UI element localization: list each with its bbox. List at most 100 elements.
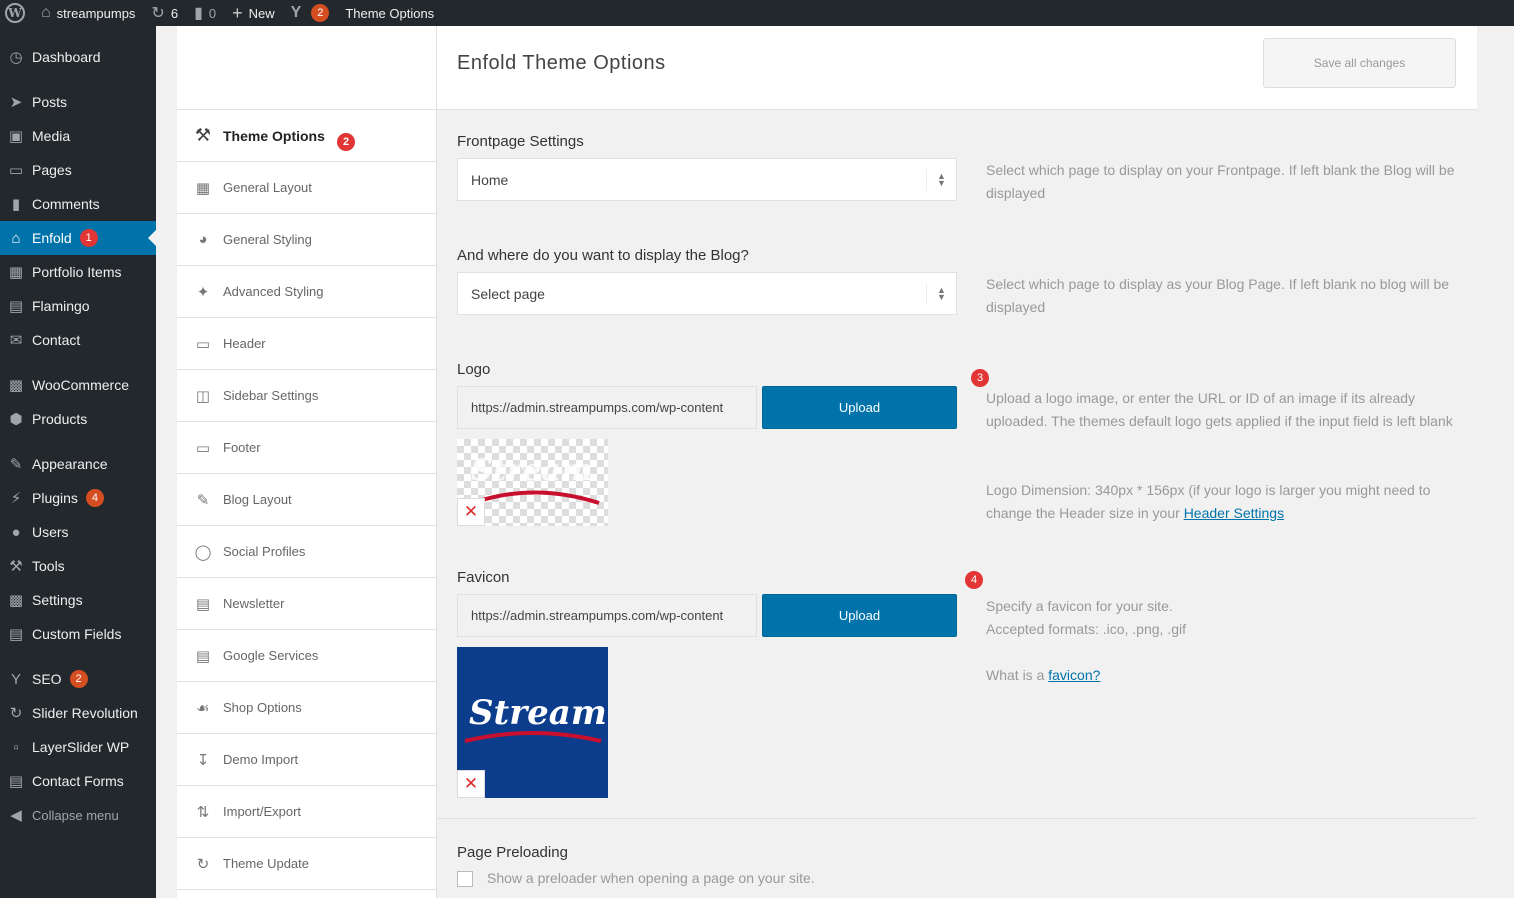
favicon-desc: Specify a favicon for your site. Accepte… (986, 595, 1461, 641)
logo-dimension-desc: Logo Dimension: 340px * 156px (if your l… (986, 479, 1461, 525)
sidebar-item-contact[interactable]: ✉ Contact (0, 323, 156, 357)
blog-desc: Select which page to display as your Blo… (986, 276, 1450, 315)
sidebar-item-label: Slider Revolution (32, 705, 138, 721)
sidebar-item-pages[interactable]: ▭ Pages (0, 153, 156, 187)
sidebar-item-dashboard[interactable]: ◷ Dashboard (0, 40, 156, 74)
sidebar-item-posts[interactable]: ➤ Posts (0, 85, 156, 119)
sidebar-item-label: Users (32, 524, 69, 540)
options-nav-general-styling[interactable]: ◕ General Styling (177, 214, 436, 266)
options-nav-shop-options[interactable]: ☙ Shop Options (177, 682, 436, 734)
options-nav-general-layout[interactable]: ▦ General Layout (177, 162, 436, 214)
comment-icon: ▮ (194, 5, 203, 22)
yoast-icon: Y (290, 4, 302, 21)
layout-icon: ▦ (195, 179, 211, 197)
sidebar-item-collapse-menu[interactable]: ◀ Collapse menu (0, 798, 156, 832)
options-nav-demo-import[interactable]: ↧ Demo Import (177, 734, 436, 786)
options-nav-sidebar-settings[interactable]: ◫ Sidebar Settings (177, 370, 436, 422)
social-icon: ◯ (194, 543, 212, 561)
site-name-link[interactable]: ⌂ streampumps (33, 0, 143, 26)
preloader-checkbox[interactable] (457, 871, 473, 887)
updates-link[interactable]: ↻ 6 (143, 0, 186, 26)
logo-upload-button[interactable]: Upload (762, 386, 957, 429)
home-icon: ⌂ (41, 4, 51, 21)
frontpage-select-value: Home (471, 171, 509, 188)
sidebar-item-users[interactable]: ● Users (0, 515, 156, 549)
blog-select[interactable]: Select page ▲ ▼ (457, 272, 957, 315)
magic-wand-icon: ✦ (196, 283, 210, 301)
remove-favicon-button[interactable]: ✕ (457, 770, 485, 798)
options-nav-label: Theme Update (223, 856, 309, 871)
sidebar-item-layerslider-wp[interactable]: ▫ LayerSlider WP (0, 730, 156, 764)
blog-icon: ✎ (196, 491, 210, 509)
sidebar-item-flamingo[interactable]: ▤ Flamingo (0, 289, 156, 323)
section-divider (437, 818, 1477, 819)
count-badge: 2 (69, 670, 88, 688)
media-icon: ▣ (8, 128, 24, 145)
options-nav-label: Blog Layout (223, 492, 292, 507)
sidebar-item-contact-forms[interactable]: ▤ Contact Forms (0, 764, 156, 798)
sidebar-item-label: Media (32, 128, 71, 144)
options-nav-footer[interactable]: ▭ Footer (177, 422, 436, 474)
comments-link[interactable]: ▮ 0 (186, 0, 224, 26)
box-icon: ⬢ (9, 411, 23, 428)
theme-options-link[interactable]: Theme Options (337, 0, 442, 26)
logo-url-input[interactable]: https://admin.streampumps.com/wp-content (457, 386, 757, 429)
options-nav-social-profiles[interactable]: ◯ Social Profiles (177, 526, 436, 578)
fields-icon: ▤ (8, 626, 24, 643)
sidebar-item-label: Settings (32, 592, 83, 608)
sidebar-item-slider-revolution[interactable]: ↻ Slider Revolution (0, 696, 156, 730)
frontpage-title: Frontpage Settings (457, 133, 584, 150)
plus-icon: + (232, 2, 243, 23)
seo-link[interactable]: Y 2 (283, 0, 338, 26)
sidebar-item-label: Comments (32, 196, 100, 212)
sidebar-item-label: Custom Fields (32, 626, 122, 642)
sidebar-item-products[interactable]: ⬢ Products (0, 402, 156, 436)
forms-icon: ▤ (8, 773, 24, 790)
sidebar-item-settings[interactable]: ▩ Settings (0, 583, 156, 617)
sidebar-item-custom-fields[interactable]: ▤ Custom Fields (0, 617, 156, 651)
sidebar-item-label: Contact (32, 332, 81, 348)
options-nav-google-services[interactable]: ▤ Google Services (177, 630, 436, 682)
favicon-url-input[interactable]: https://admin.streampumps.com/wp-content (457, 594, 757, 637)
options-nav-header[interactable]: ▭ Header (177, 318, 436, 370)
footer-icon: ▭ (195, 439, 211, 457)
sidebar-item-tools[interactable]: ⚒ Tools (0, 549, 156, 583)
admin-sidebar: ◷ Dashboard ➤ Posts ▣ Media ▭ Pages ▮ Comments ⌂ En… (0, 26, 156, 898)
sidebar-item-label: Plugins (32, 490, 78, 506)
options-nav-newsletter[interactable]: ▤ Newsletter (177, 578, 436, 630)
select-arrows-icon: ▲ ▼ (926, 169, 956, 191)
remove-logo-button[interactable]: ✕ (457, 498, 485, 526)
sidebar-item-plugins[interactable]: ⚡ Plugins 4 (0, 481, 156, 515)
wp-logo-button[interactable]: W (0, 0, 33, 26)
home-icon: ⌂ (11, 229, 21, 247)
new-label: New (248, 5, 275, 21)
sidebar-item-enfold[interactable]: ⌂ Enfold 1 (0, 221, 156, 255)
options-nav-blog-layout[interactable]: ✎ Blog Layout (177, 474, 436, 526)
favicon-upload-button[interactable]: Upload (762, 594, 957, 637)
user-icon: ● (11, 523, 21, 541)
options-nav-import-export[interactable]: ⇅ Import/Export (177, 786, 436, 838)
update-icon: ↻ (196, 855, 210, 873)
options-nav-theme-update[interactable]: ↻ Theme Update (177, 838, 436, 890)
sidebar-item-portfolio-items[interactable]: ▦ Portfolio Items (0, 255, 156, 289)
options-nav-label: Google Services (223, 648, 319, 663)
sidebar-item-comments[interactable]: ▮ Comments (0, 187, 156, 221)
annotation-badge: 2 (337, 133, 355, 151)
header-settings-link[interactable]: Header Settings (1184, 505, 1284, 521)
frontpage-select[interactable]: Home ▲ ▼ (457, 158, 957, 201)
favicon-link[interactable]: favicon? (1048, 667, 1100, 683)
save-all-button[interactable]: Save all changes (1263, 38, 1456, 88)
sidebar-item-media[interactable]: ▣ Media (0, 119, 156, 153)
sidebar-item-label: Posts (32, 94, 68, 110)
sidebar-item-seo[interactable]: Y SEO 2 (0, 662, 156, 696)
options-nav-theme-options[interactable]: ⚒ Theme Options 2 (177, 110, 436, 162)
new-content-link[interactable]: + New (224, 0, 283, 26)
annotation-badge: 3 (971, 369, 989, 387)
cart-icon: ☙ (196, 699, 210, 717)
portfolio-icon: ▦ (8, 264, 24, 281)
sidebar-item-woocommerce[interactable]: ▩ WooCommerce (0, 368, 156, 402)
updates-count: 6 (170, 5, 179, 21)
sidebar-item-appearance[interactable]: ✎ Appearance (0, 447, 156, 481)
options-nav-advanced-styling[interactable]: ✦ Advanced Styling (177, 266, 436, 318)
sidebar-item-label: Appearance (32, 456, 108, 472)
